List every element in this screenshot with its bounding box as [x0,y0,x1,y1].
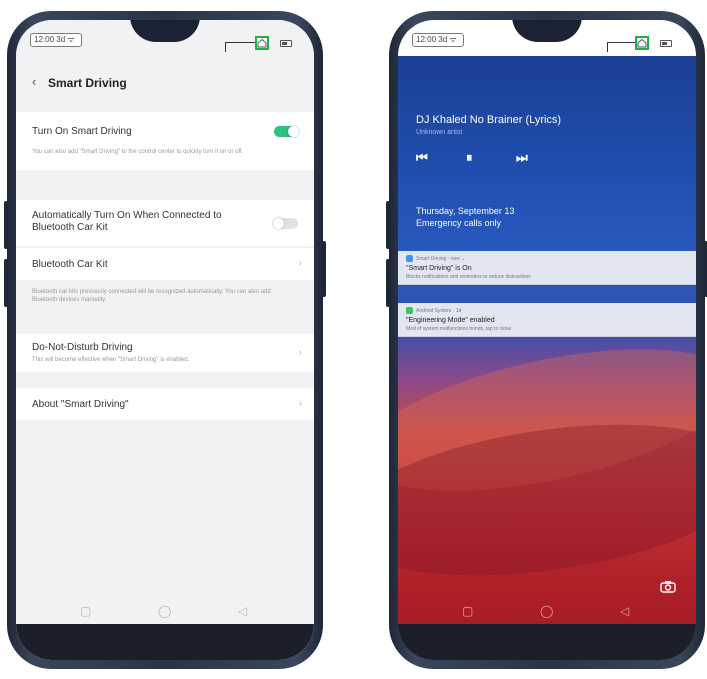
volume-button [386,201,390,249]
lock-date: Thursday, September 13 [416,206,515,216]
battery-icon [660,40,672,47]
android-system-app-icon [406,307,413,314]
battery-icon [280,40,292,47]
dnd-label: Do-Not-Disturb Driving [32,342,133,353]
about-row[interactable]: About "Smart Driving" › [16,388,314,420]
media-title: DJ Khaled No Brainer (Lyrics) [416,114,562,126]
screen-right: 12:00 3d ᯤ DJ Khaled No Brainer (Lyrics)… [398,20,696,660]
notification-app-name: Smart Driving · now ⌄ [416,256,466,262]
lock-screen: 12:00 3d ᯤ DJ Khaled No Brainer (Lyrics)… [398,20,696,660]
notification-smart-driving[interactable]: Smart Driving · now ⌄ "Smart Driving" is… [398,251,696,285]
camera-icon[interactable] [660,580,676,596]
bluetooth-note: Bluetooth car kits previously connected … [32,289,271,303]
phone-chin [16,624,314,660]
turn-on-label: Turn On Smart Driving [32,126,132,137]
notification-app-name: Android System · 1d [416,308,462,314]
home-status-icon [255,36,269,50]
callout-line [607,42,608,52]
dnd-note: This will become effective when "Smart D… [32,357,190,363]
pause-icon[interactable]: ⏸ [466,150,473,166]
auto-turn-on-label: Automatically Turn On When Connected to … [32,210,222,233]
notification-title: "Smart Driving" is On [406,265,472,272]
notification-engineering-mode[interactable]: Android System · 1d "Engineering Mode" e… [398,303,696,337]
back-icon[interactable]: ◁ [238,604,247,618]
notification-body: Blocks notifications and reminders to re… [406,274,531,280]
power-button [322,241,326,297]
settings-page: 12:00 3d ᯤ ‹ Smart Driving Turn On Smart… [16,20,314,660]
home-status-icon [635,36,649,50]
previous-track-icon[interactable]: ⏮ [416,150,428,166]
callout-line [225,42,255,43]
callout-line [607,42,635,43]
status-time: 12:00 3d ᯤ [412,33,464,47]
turn-on-note: You can also add "Smart Driving" to the … [32,149,244,155]
recents-icon[interactable]: ▢ [80,604,91,618]
turn-on-section: Turn On Smart Driving You can also add "… [16,112,314,170]
dnd-row[interactable]: Do-Not-Disturb Driving This will become … [16,334,314,372]
auto-turn-on-row[interactable]: Automatically Turn On When Connected to … [16,200,314,246]
page-title: Smart Driving [48,76,127,90]
page-header: ‹ Smart Driving [16,68,314,98]
recents-icon[interactable]: ▢ [462,604,473,618]
home-icon[interactable]: ◯ [158,604,171,618]
bluetooth-car-kit-row[interactable]: Bluetooth Car Kit › [16,248,314,280]
back-arrow-icon[interactable]: ‹ [32,74,36,89]
navigation-bar: ▢ ◯ ◁ [398,598,696,624]
volume-button-2 [386,259,390,307]
notification-title: "Engineering Mode" enabled [406,317,495,324]
navigation-bar: ▢ ◯ ◁ [16,598,314,624]
emergency-calls-text: Emergency calls only [416,218,502,228]
about-label: About "Smart Driving" [32,399,129,410]
back-icon[interactable]: ◁ [620,604,629,618]
turn-on-toggle[interactable] [274,126,299,137]
volume-button-2 [4,259,8,307]
status-time: 12:00 3d ᯤ [30,33,82,47]
chevron-right-icon: › [298,258,302,269]
chevron-right-icon: › [298,347,302,358]
home-icon[interactable]: ◯ [540,604,553,618]
volume-button [4,201,8,249]
next-track-icon[interactable]: ⏭ [516,150,528,166]
phone-frame-right: 12:00 3d ᯤ DJ Khaled No Brainer (Lyrics)… [386,11,707,669]
notification-body: Mod of system malfunctions bonds, tap to… [406,326,512,332]
callout-line [225,42,226,52]
media-artist: Unknown artist [416,129,463,136]
phone-frame-left: 12:00 3d ᯤ ‹ Smart Driving Turn On Smart… [4,11,326,669]
auto-turn-on-toggle[interactable] [273,218,298,229]
smart-driving-app-icon [406,255,413,262]
chevron-right-icon: › [298,398,302,409]
screen-left: 12:00 3d ᯤ ‹ Smart Driving Turn On Smart… [16,20,314,660]
phone-chin [398,624,696,660]
bluetooth-car-kit-label: Bluetooth Car Kit [32,259,108,270]
